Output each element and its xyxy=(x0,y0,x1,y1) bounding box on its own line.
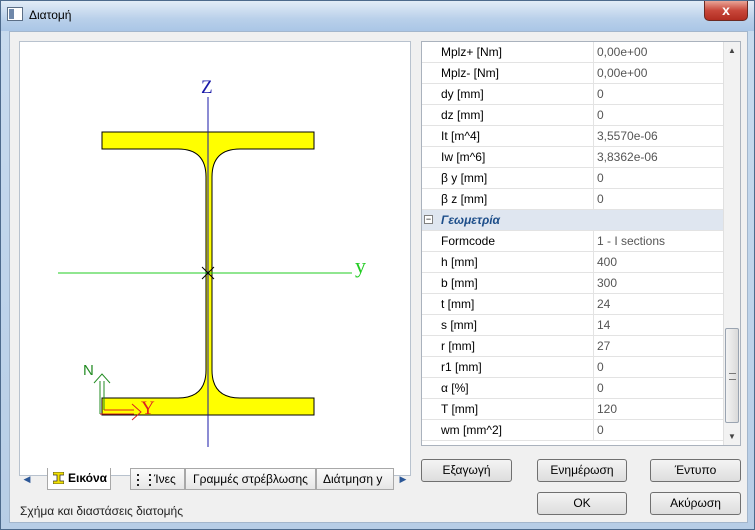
tab-fibers[interactable]: Ίνες xyxy=(130,468,185,490)
property-value[interactable]: 14 xyxy=(597,318,610,332)
property-value[interactable]: 0 xyxy=(597,360,604,374)
local-n-label: N xyxy=(83,362,94,379)
scroll-up-icon[interactable]: ▲ xyxy=(724,42,740,59)
property-row[interactable]: β z [mm] 0 xyxy=(422,189,724,210)
property-row[interactable]: α [%] 0 xyxy=(422,378,724,399)
property-name: dz [mm] xyxy=(441,108,484,122)
property-name: Iw [m^6] xyxy=(441,150,486,164)
property-value[interactable]: 0 xyxy=(597,192,604,206)
property-row[interactable]: t [mm] 24 xyxy=(422,294,724,315)
dialog-window: Διατομή x Z y N Y ◀ Εικόνα Ίνες Γραμμές … xyxy=(0,0,755,530)
print-button[interactable]: Έντυπο xyxy=(650,459,741,482)
property-name: s [mm] xyxy=(441,318,477,332)
property-value[interactable]: 3,5570e-06 xyxy=(597,129,658,143)
property-value[interactable]: 120 xyxy=(597,402,617,416)
property-row[interactable]: r [mm] 27 xyxy=(422,336,724,357)
property-name: β z [mm] xyxy=(441,192,488,206)
property-grid-scrollbar[interactable]: ▲ ▼ xyxy=(723,42,740,445)
collapse-icon[interactable]: − xyxy=(424,215,433,224)
property-row[interactable]: r1 [mm] 0 xyxy=(422,357,724,378)
property-row[interactable]: h [mm] 400 xyxy=(422,252,724,273)
property-name: h [mm] xyxy=(441,255,478,269)
property-name: α [%] xyxy=(441,381,469,395)
category-label: Γεωμετρία xyxy=(441,213,500,227)
local-y-label: Y xyxy=(141,398,155,419)
property-row[interactable]: Mplz- [Nm] 0,00e+00 xyxy=(422,63,724,84)
property-value[interactable]: 0 xyxy=(597,108,604,122)
update-button[interactable]: Ενημέρωση xyxy=(537,459,627,482)
tab-warping-lines-label: Γραμμές στρέβλωσης xyxy=(193,472,308,486)
section-drawing-panel: Z y N Y xyxy=(19,41,411,476)
property-row[interactable]: s [mm] 14 xyxy=(422,315,724,336)
property-value[interactable]: 1 - I sections xyxy=(597,234,665,248)
property-value[interactable]: 24 xyxy=(597,297,610,311)
close-button[interactable]: x xyxy=(704,1,748,21)
property-value[interactable]: 3,8362e-06 xyxy=(597,150,658,164)
tab-image[interactable]: Εικόνα xyxy=(47,468,111,490)
property-grid[interactable]: Mplz+ [Nm] 0,00e+00 Mplz- [Nm] 0,00e+00 dy [… xyxy=(421,41,741,446)
tab-shear-y-label: Διάτμηση y xyxy=(323,472,383,486)
ok-button[interactable]: OK xyxy=(537,492,627,515)
property-row[interactable]: wm [mm^2] 0 xyxy=(422,420,724,441)
property-name: wm [mm^2] xyxy=(441,423,502,437)
property-value[interactable]: 0 xyxy=(597,381,604,395)
property-row[interactable]: b [mm] 300 xyxy=(422,273,724,294)
window-icon xyxy=(7,7,23,21)
property-value[interactable]: 0,00e+00 xyxy=(597,66,647,80)
grip-icon xyxy=(729,373,736,380)
property-row[interactable]: dy [mm] 0 xyxy=(422,84,724,105)
dialog-client-area: Z y N Y ◀ Εικόνα Ίνες Γραμμές στρέβλωσης… xyxy=(9,31,748,523)
property-name: Mplz- [Nm] xyxy=(441,66,499,80)
property-row[interactable]: Formcode 1 - I sections xyxy=(422,231,724,252)
scroll-down-icon[interactable]: ▼ xyxy=(724,428,740,445)
i-beam-icon xyxy=(53,472,64,484)
property-value[interactable]: 0 xyxy=(597,423,604,437)
property-value[interactable]: 400 xyxy=(597,255,617,269)
property-name: Formcode xyxy=(441,234,496,248)
property-row[interactable]: β y [mm] 0 xyxy=(422,168,724,189)
scrollbar-thumb[interactable] xyxy=(725,328,739,423)
tab-scroll-left-icon[interactable]: ◀ xyxy=(19,468,35,490)
property-name: β y [mm] xyxy=(441,171,488,185)
status-hint: Σχήμα και διαστάσεις διατομής xyxy=(20,504,184,518)
cancel-button[interactable]: Ακύρωση xyxy=(650,492,741,515)
export-button[interactable]: Εξαγωγή xyxy=(421,459,512,482)
property-name: Mplz+ [Nm] xyxy=(441,45,503,59)
property-row[interactable]: dz [mm] 0 xyxy=(422,105,724,126)
property-value[interactable]: 0 xyxy=(597,87,604,101)
property-row[interactable]: Iw [m^6] 3,8362e-06 xyxy=(422,147,724,168)
tab-fibers-label: Ίνες xyxy=(154,472,176,486)
window-title: Διατομή xyxy=(29,8,72,22)
property-value[interactable]: 0,00e+00 xyxy=(597,45,647,59)
property-value[interactable]: 300 xyxy=(597,276,617,290)
property-row[interactable]: Mplz+ [Nm] 0,00e+00 xyxy=(422,42,724,63)
z-axis-label: Z xyxy=(201,77,213,98)
property-name: T [mm] xyxy=(441,402,479,416)
section-drawing: Z y N Y xyxy=(58,77,366,447)
y-axis-label: y xyxy=(355,253,366,278)
fibers-icon xyxy=(137,474,151,486)
tab-warping-lines[interactable]: Γραμμές στρέβλωσης xyxy=(185,468,316,490)
tab-scroll-right-icon[interactable]: ▶ xyxy=(395,468,411,490)
property-name: r1 [mm] xyxy=(441,360,482,374)
view-tabs: ◀ Εικόνα Ίνες Γραμμές στρέβλωσης Διάτμησ… xyxy=(19,468,411,491)
property-name: dy [mm] xyxy=(441,87,484,101)
property-name: r [mm] xyxy=(441,339,475,353)
tab-image-label: Εικόνα xyxy=(68,471,108,485)
tab-shear-y[interactable]: Διάτμηση y xyxy=(316,468,394,490)
title-bar[interactable]: Διατομή x xyxy=(1,1,754,31)
property-name: b [mm] xyxy=(441,276,478,290)
property-category-row[interactable]: − Γεωμετρία xyxy=(422,210,724,231)
property-name: It [m^4] xyxy=(441,129,480,143)
property-name: t [mm] xyxy=(441,297,475,311)
property-row[interactable]: It [m^4] 3,5570e-06 xyxy=(422,126,724,147)
property-value[interactable]: 27 xyxy=(597,339,610,353)
property-row[interactable]: T [mm] 120 xyxy=(422,399,724,420)
property-value[interactable]: 0 xyxy=(597,171,604,185)
